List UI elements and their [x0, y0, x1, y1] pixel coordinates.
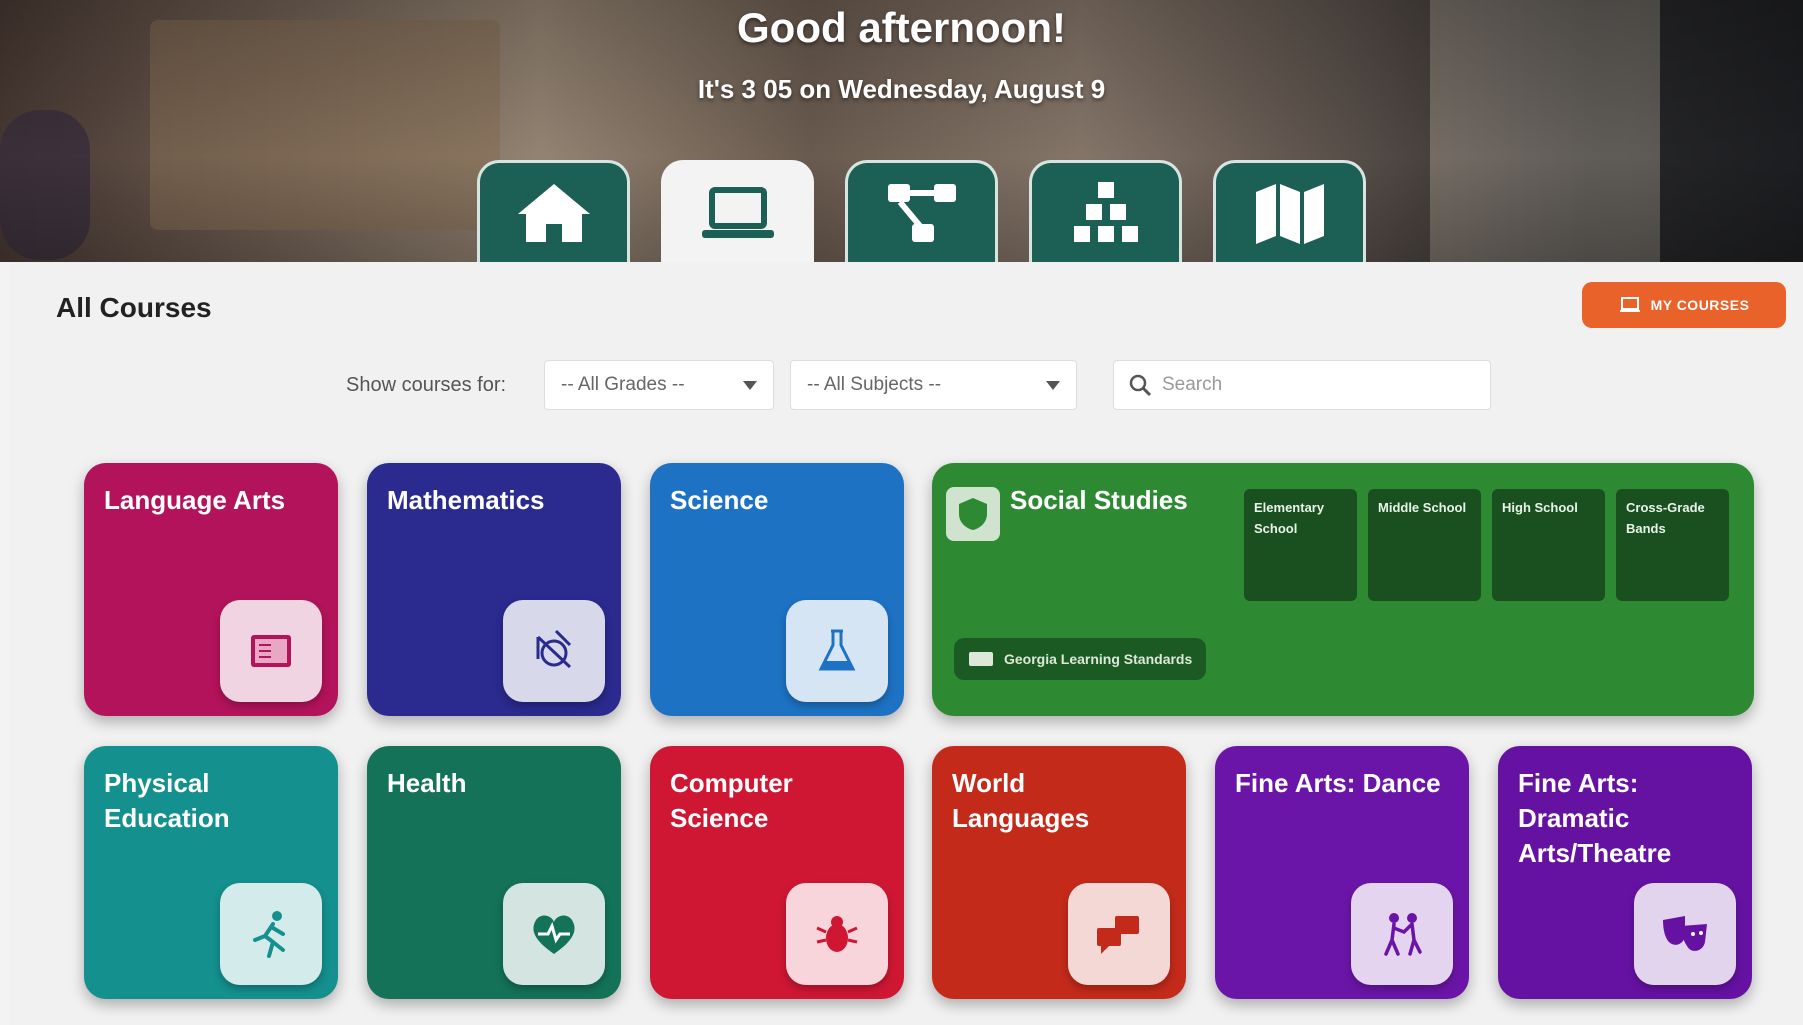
filter-label: Show courses for:	[346, 374, 507, 396]
grades-select[interactable]: -- All Grades --	[544, 360, 774, 410]
theater-masks-icon	[1663, 916, 1707, 951]
sub-level-high[interactable]: High School	[1492, 489, 1605, 601]
grades-select-value: -- All Grades --	[561, 374, 685, 395]
course-card-science[interactable]: Science	[650, 463, 904, 716]
geometry-icon	[536, 629, 572, 669]
book-icon	[251, 635, 291, 667]
page-title: All Courses	[56, 292, 212, 323]
datetime-text: It's 3 05 on Wednesday, August 9	[697, 74, 1106, 104]
chevron-down-icon	[743, 380, 757, 390]
course-icon-box	[503, 883, 605, 985]
sub-level-elementary[interactable]: Elementary School	[1244, 489, 1357, 601]
hierarchy-icon	[1073, 181, 1138, 242]
network-icon	[887, 183, 956, 242]
sub-level-cross-grade[interactable]: Cross-Grade Bands	[1616, 489, 1729, 601]
standards-badge[interactable]: Georgia Learning Standards	[954, 638, 1207, 680]
shield-icon	[959, 498, 987, 530]
running-icon	[253, 911, 285, 958]
tab-hierarchy[interactable]	[1029, 160, 1182, 262]
flask-icon	[818, 629, 856, 671]
search-input[interactable]: Search	[1113, 360, 1491, 410]
subjects-select-value: -- All Subjects --	[807, 374, 942, 395]
course-title: Social Studies	[1010, 485, 1188, 515]
sub-level-middle[interactable]: Middle School	[1368, 489, 1481, 601]
my-courses-button[interactable]: MY COURSES	[1582, 282, 1786, 328]
home-icon	[517, 183, 590, 242]
course-card-fine-arts-dance[interactable]: Fine Arts: Dance	[1215, 746, 1469, 999]
course-title: Computer Science	[670, 768, 793, 833]
course-icon-box	[503, 600, 605, 702]
course-title: Physical Education	[104, 768, 230, 833]
course-card-world-languages[interactable]: World Languages	[932, 746, 1186, 999]
tab-map[interactable]	[1213, 160, 1366, 262]
course-card-language-arts[interactable]: Language Arts	[84, 463, 338, 716]
course-card-social-studies[interactable]: Social Studies Elementary School Middle …	[932, 463, 1754, 716]
course-title: Science	[670, 485, 769, 515]
course-card-mathematics[interactable]: Mathematics	[367, 463, 621, 716]
dance-icon	[1384, 913, 1422, 956]
greeting-text: Good afternoon!	[737, 4, 1066, 51]
course-card-computer-science[interactable]: Computer Science	[650, 746, 904, 999]
nav-tabs	[477, 160, 1366, 262]
tab-courses[interactable]	[661, 160, 814, 262]
course-title: Fine Arts: Dance	[1235, 768, 1441, 798]
book-open-icon	[969, 652, 993, 666]
chat-translate-icon	[1097, 916, 1139, 954]
tab-network[interactable]	[845, 160, 998, 262]
course-icon-box	[946, 487, 1000, 541]
bug-icon	[816, 916, 858, 952]
course-icon-box	[1351, 883, 1453, 985]
standards-label: Georgia Learning Standards	[1004, 651, 1193, 667]
course-title: Language Arts	[104, 485, 286, 515]
course-icon-box	[220, 600, 322, 702]
course-card-health[interactable]: Health	[367, 746, 621, 999]
laptop-icon	[701, 186, 774, 238]
search-placeholder: Search	[1162, 374, 1223, 395]
course-title: Mathematics	[387, 485, 545, 515]
course-icon-box	[786, 600, 888, 702]
course-icon-box	[220, 883, 322, 985]
course-title: Health	[387, 768, 467, 798]
chevron-down-icon	[1046, 380, 1060, 390]
course-card-fine-arts-theatre[interactable]: Fine Arts: Dramatic Arts/Theatre	[1498, 746, 1752, 999]
hero-banner: Good afternoon! It's 3 05 on Wednesday, …	[0, 0, 1803, 262]
course-card-physical-education[interactable]: Physical Education	[84, 746, 338, 999]
laptop-icon	[1619, 297, 1640, 312]
map-icon	[1255, 183, 1324, 244]
search-icon	[1129, 374, 1152, 397]
subjects-select[interactable]: -- All Subjects --	[790, 360, 1077, 410]
tab-home[interactable]	[477, 160, 630, 262]
my-courses-label: MY COURSES	[1650, 297, 1750, 313]
course-icon-box	[1634, 883, 1736, 985]
course-icon-box	[786, 883, 888, 985]
heart-pulse-icon	[533, 915, 575, 954]
course-title: Fine Arts: Dramatic Arts/Theatre	[1518, 768, 1672, 868]
course-title: World Languages	[952, 768, 1090, 833]
course-icon-box	[1068, 883, 1170, 985]
